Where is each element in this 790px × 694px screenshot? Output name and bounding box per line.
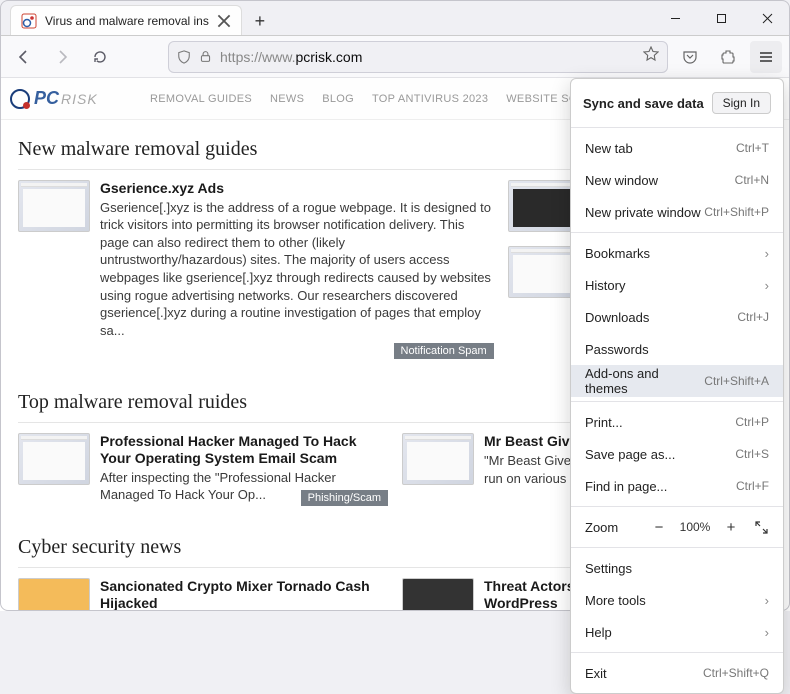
window-controls	[652, 0, 790, 36]
article-item[interactable]: Sancionated Crypto Mixer Tornado Cash Hi…	[18, 578, 388, 611]
menu-history[interactable]: History›	[571, 269, 783, 301]
article-item[interactable]: Gserience.xyz Ads Gserience[.]xyz is the…	[18, 180, 494, 359]
shield-icon	[177, 50, 191, 64]
menu-new-private-window[interactable]: New private windowCtrl+Shift+P	[571, 196, 783, 228]
menu-help[interactable]: Help›	[571, 616, 783, 648]
nav-link[interactable]: NEWS	[270, 93, 304, 105]
menu-print[interactable]: Print...Ctrl+P	[571, 406, 783, 438]
star-icon[interactable]	[643, 46, 659, 67]
tab-title: Virus and malware removal ins	[45, 14, 209, 28]
menu-more-tools[interactable]: More tools›	[571, 584, 783, 616]
article-title: Sancionated Crypto Mixer Tornado Cash Hi…	[100, 578, 388, 611]
article-thumb	[508, 246, 580, 298]
app-menu-button[interactable]	[750, 41, 782, 73]
article-thumb	[508, 180, 580, 232]
article-thumb	[18, 180, 90, 232]
site-logo[interactable]: PCRISK	[10, 83, 130, 115]
forward-button[interactable]	[46, 41, 78, 73]
article-text: Gserience[.]xyz is the address of a rogu…	[100, 199, 494, 339]
extensions-icon[interactable]	[712, 41, 744, 73]
toolbar: https://www.pcrisk.com	[0, 36, 790, 78]
lock-icon	[199, 50, 212, 63]
nav-link[interactable]: BLOG	[322, 93, 354, 105]
menu-find[interactable]: Find in page...Ctrl+F	[571, 470, 783, 502]
article-item[interactable]: Professional Hacker Managed To Hack Your…	[18, 433, 388, 504]
maximize-button[interactable]	[698, 0, 744, 36]
menu-save-as[interactable]: Save page as...Ctrl+S	[571, 438, 783, 470]
category-badge: Phishing/Scam	[301, 490, 388, 506]
menu-settings[interactable]: Settings	[571, 552, 783, 584]
zoom-out-button[interactable]: −	[647, 515, 671, 539]
sync-label: Sync and save data	[583, 96, 704, 111]
close-window-button[interactable]	[744, 0, 790, 36]
tab-strip: Virus and malware removal ins +	[0, 0, 790, 36]
article-thumb	[18, 578, 90, 611]
zoom-in-button[interactable]: +	[719, 515, 743, 539]
site-nav: REMOVAL GUIDES NEWS BLOG TOP ANTIVIRUS 2…	[150, 93, 617, 105]
menu-bookmarks[interactable]: Bookmarks›	[571, 237, 783, 269]
app-menu: Sync and save data Sign In New tabCtrl+T…	[570, 78, 784, 694]
browser-tab[interactable]: Virus and malware removal ins	[10, 5, 242, 35]
nav-link[interactable]: REMOVAL GUIDES	[150, 93, 252, 105]
tab-favicon	[21, 13, 37, 29]
article-title: Gserience.xyz Ads	[100, 180, 494, 197]
menu-zoom: Zoom − 100% +	[571, 511, 783, 543]
article-thumb	[402, 433, 474, 485]
url-text: https://www.pcrisk.com	[220, 49, 635, 65]
article-thumb	[402, 578, 474, 611]
pocket-icon[interactable]	[674, 41, 706, 73]
nav-link[interactable]: TOP ANTIVIRUS 2023	[372, 93, 488, 105]
menu-exit[interactable]: ExitCtrl+Shift+Q	[571, 657, 783, 689]
back-button[interactable]	[8, 41, 40, 73]
url-bar[interactable]: https://www.pcrisk.com	[168, 41, 668, 73]
minimize-button[interactable]	[652, 0, 698, 36]
chevron-right-icon: ›	[765, 625, 769, 640]
chevron-right-icon: ›	[765, 278, 769, 293]
menu-new-tab[interactable]: New tabCtrl+T	[571, 132, 783, 164]
reload-button[interactable]	[84, 41, 116, 73]
article-thumb	[18, 433, 90, 485]
sign-in-button[interactable]: Sign In	[712, 92, 771, 114]
menu-passwords[interactable]: Passwords	[571, 333, 783, 365]
category-badge: Notification Spam	[394, 343, 494, 359]
article-title: Professional Hacker Managed To Hack Your…	[100, 433, 388, 467]
new-tab-button[interactable]: +	[246, 7, 274, 35]
menu-sync-row: Sync and save data Sign In	[571, 83, 783, 123]
menu-addons[interactable]: Add-ons and themesCtrl+Shift+A	[571, 365, 783, 397]
menu-downloads[interactable]: DownloadsCtrl+J	[571, 301, 783, 333]
chevron-right-icon: ›	[765, 593, 769, 608]
menu-new-window[interactable]: New windowCtrl+N	[571, 164, 783, 196]
fullscreen-button[interactable]	[749, 515, 773, 539]
close-icon[interactable]	[217, 14, 231, 28]
zoom-value: 100%	[677, 520, 713, 534]
chevron-right-icon: ›	[765, 246, 769, 261]
